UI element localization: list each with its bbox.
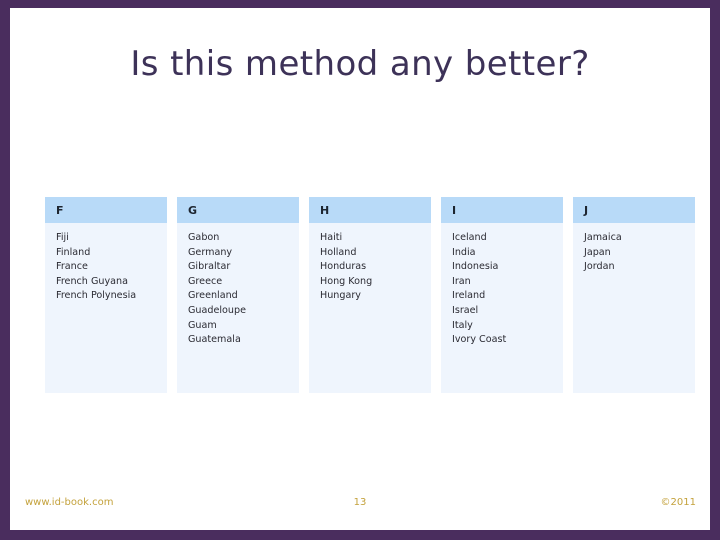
slide-frame: Is this method any better? F Fiji Finlan… [0, 0, 720, 540]
country-index-table: F Fiji Finland France French Guyana Fren… [45, 197, 698, 393]
column-body-g: Gabon Germany Gibraltar Greece Greenland… [177, 223, 299, 393]
list-item: Guadeloupe [188, 304, 246, 316]
list-item: Holland [320, 246, 357, 258]
list-item: Indonesia [452, 261, 499, 273]
list-item: French Guyana [56, 275, 128, 287]
table-column-i: I Iceland India Indonesia Iran Ireland I… [441, 197, 563, 393]
list-item: Honduras [320, 261, 367, 273]
list-item: Japan [584, 246, 611, 258]
list-item: Jordan [584, 261, 615, 273]
list-item: Ireland [452, 290, 486, 302]
list-item: French Polynesia [56, 290, 137, 302]
list-item: Hong Kong [320, 275, 373, 287]
table-column-g: G Gabon Germany Gibraltar Greece Greenla… [177, 197, 299, 393]
slide-canvas: Is this method any better? F Fiji Finlan… [10, 8, 710, 530]
table-column-j: J Jamaica Japan Jordan [573, 197, 695, 393]
list-item: Haiti [320, 232, 343, 243]
list-item: Israel [452, 304, 479, 316]
table-column-f: F Fiji Finland France French Guyana Fren… [45, 197, 167, 393]
list-item: Gabon [188, 232, 220, 243]
list-item: Jamaica [584, 232, 622, 243]
footer-copyright: ©2011 [660, 497, 696, 508]
footer-page-number: 13 [353, 497, 367, 508]
column-header-j: J [573, 197, 695, 223]
list-item: Hungary [320, 290, 361, 302]
column-header-g: G [177, 197, 299, 223]
column-letter: I [452, 203, 457, 217]
list-item: India [452, 246, 476, 258]
column-body-j: Jamaica Japan Jordan [573, 223, 695, 393]
table-column-h: H Haiti Holland Honduras Hong Kong Hunga… [309, 197, 431, 393]
list-item: Greece [188, 275, 223, 287]
column-body-i: Iceland India Indonesia Iran Ireland Isr… [441, 223, 563, 393]
slide-footer: www.id-book.com 13 ©2011 [10, 497, 710, 513]
list-item: Fiji [56, 232, 69, 243]
list-item: Ivory Coast [452, 334, 507, 346]
column-letter: H [320, 203, 330, 217]
list-item: France [56, 261, 88, 273]
column-letter: G [188, 203, 198, 217]
list-item: Gibraltar [188, 261, 231, 273]
list-item: Iran [452, 275, 471, 287]
column-header-i: I [441, 197, 563, 223]
column-header-f: F [45, 197, 167, 223]
column-body-f: Fiji Finland France French Guyana French… [45, 223, 167, 393]
list-item: Greenland [188, 290, 238, 302]
list-item: Guam [188, 319, 217, 331]
column-header-h: H [309, 197, 431, 223]
list-item: Italy [452, 319, 473, 331]
list-item: Germany [188, 246, 233, 258]
column-letter: J [584, 203, 589, 217]
list-item: Iceland [452, 232, 487, 243]
page-title: Is this method any better? [130, 44, 590, 84]
column-letter: F [56, 203, 64, 217]
list-item: Guatemala [188, 334, 241, 346]
list-item: Finland [56, 246, 91, 258]
column-body-h: Haiti Holland Honduras Hong Kong Hungary [309, 223, 431, 393]
